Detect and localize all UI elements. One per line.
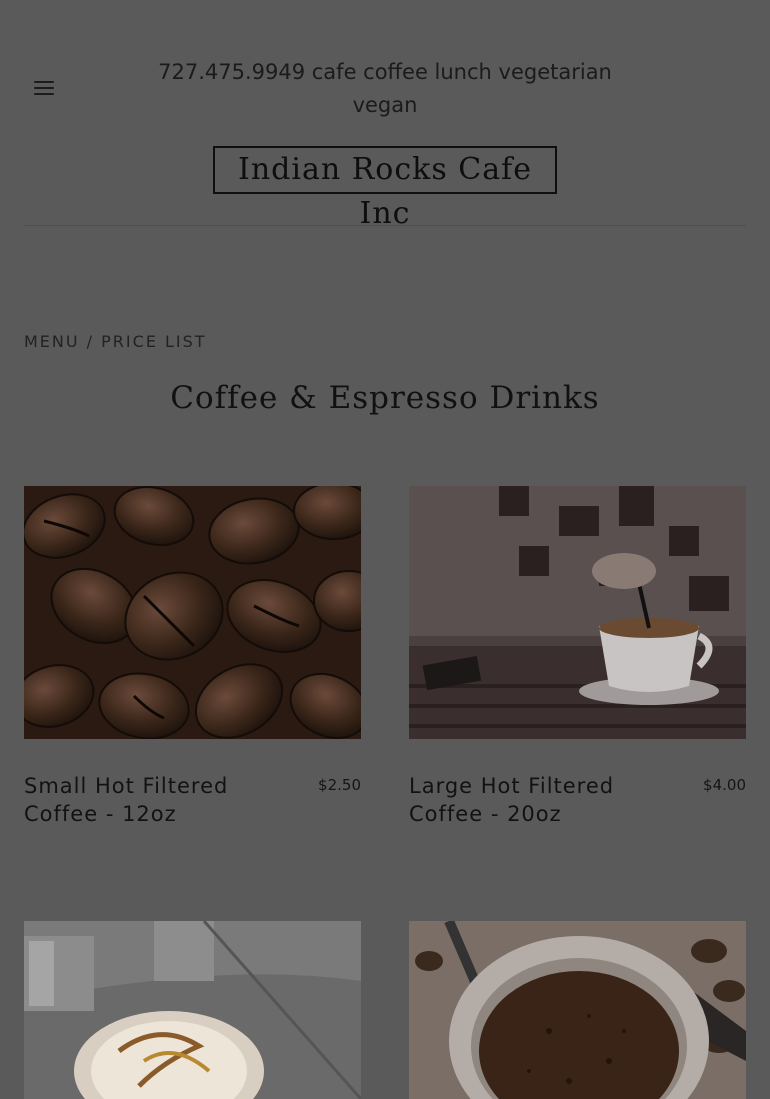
menu-item-price: $4.00 — [703, 776, 746, 794]
menu-item-name: Large Hot Filtered Coffee - 20oz — [409, 774, 615, 826]
menu-item-card[interactable] — [24, 921, 361, 1099]
espresso-portafilter-image — [409, 921, 746, 1099]
menu-item-card[interactable]: Large Hot Filtered Coffee - 20oz $4.00 — [409, 486, 746, 826]
brand-logo[interactable]: Indian Rocks Cafe Inc — [213, 146, 557, 231]
latte-art-image — [24, 921, 361, 1099]
menu-item-card[interactable]: Small Hot Filtered Coffee - 12oz $2.50 — [24, 486, 361, 826]
menu-item-price: $2.50 — [318, 776, 361, 794]
coffee-beans-image — [24, 486, 361, 739]
menu-item-card[interactable] — [409, 921, 746, 1099]
section-title: Coffee & Espresso Drinks — [170, 380, 600, 416]
site-tagline: 727.475.9949 cafe coffee lunch vegetaria… — [158, 60, 612, 117]
menu-item-name: Small Hot Filtered Coffee - 12oz — [24, 774, 229, 826]
coffee-cup-image — [409, 486, 746, 739]
site-header: 727.475.9949 cafe coffee lunch vegetaria… — [0, 0, 770, 231]
header-divider — [24, 225, 746, 226]
hamburger-menu-icon[interactable] — [34, 81, 54, 97]
breadcrumb: MENU / PRICE LIST — [24, 332, 207, 351]
